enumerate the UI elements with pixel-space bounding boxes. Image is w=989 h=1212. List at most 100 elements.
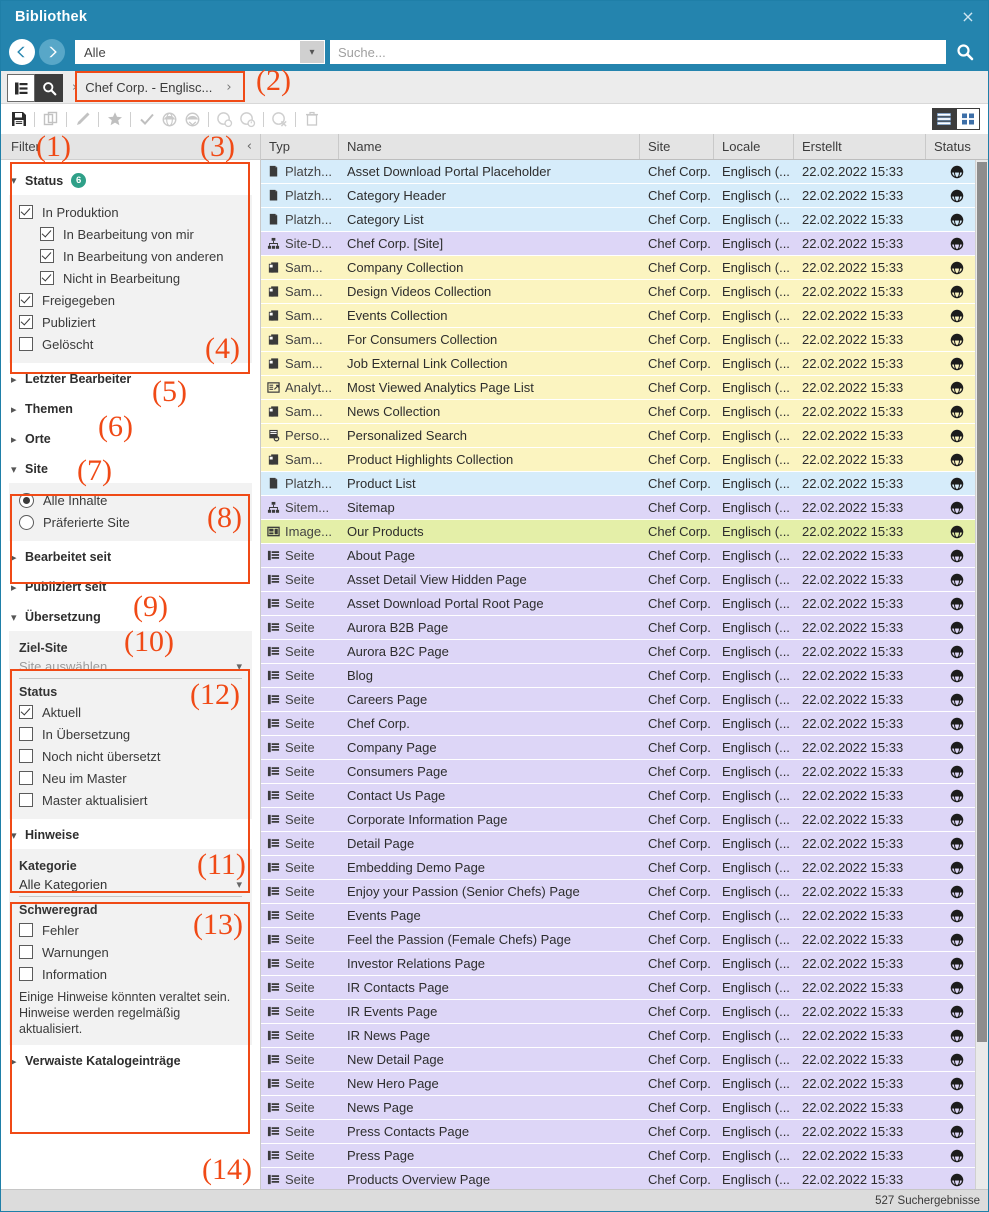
table-row[interactable]: SeiteEvents PageChef Corp.Englisch (...2…: [261, 904, 988, 928]
checkbox-icon[interactable]: [19, 923, 33, 937]
table-row[interactable]: SeiteIR Events PageChef Corp.Englisch (.…: [261, 1000, 988, 1024]
table-row[interactable]: SeiteNew Detail PageChef Corp.Englisch (…: [261, 1048, 988, 1072]
checkbox-geloescht[interactable]: Gelöscht: [19, 333, 242, 355]
search-field[interactable]: [330, 40, 946, 64]
checkbox-nicht-in-bearbeitung[interactable]: Nicht in Bearbeitung: [19, 267, 242, 289]
table-row[interactable]: SeiteChef Corp.Chef Corp.Englisch (...22…: [261, 712, 988, 736]
column-header-site[interactable]: Site: [640, 134, 714, 159]
table-row[interactable]: SeiteEnjoy your Passion (Senior Chefs) P…: [261, 880, 988, 904]
search-view-button[interactable]: [35, 74, 63, 102]
table-row[interactable]: Perso...Personalized SearchChef Corp.Eng…: [261, 424, 988, 448]
table-row[interactable]: Sam...Events CollectionChef Corp.Englisc…: [261, 304, 988, 328]
ziel-site-select[interactable]: Site auswählen ▾: [19, 657, 242, 679]
content-type-select[interactable]: Alle ▾: [75, 40, 325, 64]
checkbox-master-aktualisiert[interactable]: Master aktualisiert: [19, 789, 242, 811]
checkbox-publiziert[interactable]: Publiziert: [19, 311, 242, 333]
table-row[interactable]: SeiteFeel the Passion (Female Chefs) Pag…: [261, 928, 988, 952]
table-row[interactable]: SeiteAurora B2C PageChef Corp.Englisch (…: [261, 640, 988, 664]
filter-group-themen-header[interactable]: ▸ Themen: [9, 395, 252, 423]
checkbox-in-uebersetzung[interactable]: In Übersetzung: [19, 723, 242, 745]
table-row[interactable]: SeiteDetail PageChef Corp.Englisch (...2…: [261, 832, 988, 856]
table-row[interactable]: SeiteAsset Download Portal Root PageChef…: [261, 592, 988, 616]
forward-button[interactable]: [39, 39, 65, 65]
delete-trash-icon[interactable]: [300, 108, 323, 130]
column-header-typ[interactable]: Typ: [261, 134, 339, 159]
checkbox-icon[interactable]: [19, 749, 33, 763]
breadcrumb-caret-icon[interactable]: ›: [226, 80, 231, 95]
table-row[interactable]: SeitePress PageChef Corp.Englisch (...22…: [261, 1144, 988, 1168]
checkout-icon[interactable]: [213, 108, 236, 130]
search-input[interactable]: [330, 39, 946, 65]
table-row[interactable]: Site-D...Chef Corp. [Site]Chef Corp.Engl…: [261, 232, 988, 256]
radio-icon[interactable]: [19, 493, 34, 508]
checkbox-icon[interactable]: [19, 727, 33, 741]
checkbox-noch-nicht-uebersetzt[interactable]: Noch nicht übersetzt: [19, 745, 242, 767]
checkbox-icon[interactable]: [19, 793, 33, 807]
radio-alle-inhalte[interactable]: Alle Inhalte: [19, 489, 242, 511]
radio-icon[interactable]: [19, 515, 34, 530]
filter-group-hinweise-header[interactable]: ▾ Hinweise: [9, 821, 252, 849]
grid-view-button[interactable]: [956, 108, 980, 130]
close-icon[interactable]: ×: [958, 7, 978, 27]
cancel-checkout-icon[interactable]: [268, 108, 291, 130]
filter-group-uebersetzung-header[interactable]: ▾ Übersetzung: [9, 603, 252, 631]
checkbox-icon[interactable]: [40, 227, 54, 241]
checkbox-fehler[interactable]: Fehler: [19, 919, 242, 941]
filter-group-orte-header[interactable]: ▸ Orte: [9, 425, 252, 453]
filter-group-verwaiste-header[interactable]: ▸ Verwaiste Katalogeinträge: [9, 1047, 252, 1075]
list-view-button[interactable]: [932, 108, 956, 130]
table-row[interactable]: SeiteAbout PageChef Corp.Englisch (...22…: [261, 544, 988, 568]
checkbox-in-produktion[interactable]: In Produktion: [19, 201, 242, 223]
checkbox-icon[interactable]: [19, 337, 33, 351]
radio-praeferierte-site[interactable]: Präferierte Site: [19, 511, 242, 533]
column-header-name[interactable]: Name: [339, 134, 640, 159]
table-row[interactable]: Sam...Product Highlights CollectionChef …: [261, 448, 988, 472]
tree-view-button[interactable]: [7, 74, 35, 102]
table-row[interactable]: Sam...Design Videos CollectionChef Corp.…: [261, 280, 988, 304]
checkbox-warnungen[interactable]: Warnungen: [19, 941, 242, 963]
table-row[interactable]: Platzh...Category ListChef Corp.Englisch…: [261, 208, 988, 232]
chevron-down-icon[interactable]: ▾: [236, 660, 242, 673]
table-row[interactable]: Sam...Company CollectionChef Corp.Englis…: [261, 256, 988, 280]
filter-group-bearbeitet-seit-header[interactable]: ▸ Bearbeitet seit: [9, 543, 252, 571]
table-row[interactable]: SeiteInvestor Relations PageChef Corp.En…: [261, 952, 988, 976]
unpublish-icon[interactable]: [181, 108, 204, 130]
table-row[interactable]: SeiteNew Hero PageChef Corp.Englisch (..…: [261, 1072, 988, 1096]
approve-check-icon[interactable]: [135, 108, 158, 130]
table-row[interactable]: Platzh...Product ListChef Corp.Englisch …: [261, 472, 988, 496]
filter-group-letzter-bearbeiter-header[interactable]: ▸ Letzter Bearbeiter: [9, 365, 252, 393]
checkbox-neu-im-master[interactable]: Neu im Master: [19, 767, 242, 789]
vertical-scrollbar[interactable]: [975, 160, 988, 1189]
publish-icon[interactable]: [158, 108, 181, 130]
duplicate-icon[interactable]: [39, 108, 62, 130]
checkbox-icon[interactable]: [19, 293, 33, 307]
table-row[interactable]: SeiteNews PageChef Corp.Englisch (...22.…: [261, 1096, 988, 1120]
checkbox-icon[interactable]: [19, 205, 33, 219]
chevron-left-icon[interactable]: ‹: [247, 139, 252, 154]
table-row[interactable]: SeiteContact Us PageChef Corp.Englisch (…: [261, 784, 988, 808]
checkbox-in-bearbeitung-von-mir[interactable]: In Bearbeitung von mir: [19, 223, 242, 245]
table-row[interactable]: SeiteCorporate Information PageChef Corp…: [261, 808, 988, 832]
table-row[interactable]: SeiteBlogChef Corp.Englisch (...22.02.20…: [261, 664, 988, 688]
table-row[interactable]: SeiteCompany PageChef Corp.Englisch (...…: [261, 736, 988, 760]
favorite-star-icon[interactable]: [103, 108, 126, 130]
search-submit-button[interactable]: [952, 39, 978, 65]
table-row[interactable]: SeiteIR Contacts PageChef Corp.Englisch …: [261, 976, 988, 1000]
checkbox-icon[interactable]: [19, 705, 33, 719]
table-row[interactable]: Image...Our ProductsChef Corp.Englisch (…: [261, 520, 988, 544]
table-row[interactable]: Sam...Job External Link CollectionChef C…: [261, 352, 988, 376]
checkbox-icon[interactable]: [40, 271, 54, 285]
save-icon[interactable]: [7, 108, 30, 130]
column-header-status[interactable]: Status: [926, 134, 988, 159]
filter-group-site-header[interactable]: ▾ Site: [9, 455, 252, 483]
column-header-locale[interactable]: Locale: [714, 134, 794, 159]
table-row[interactable]: SeiteCareers PageChef Corp.Englisch (...…: [261, 688, 988, 712]
checkbox-aktuell[interactable]: Aktuell: [19, 701, 242, 723]
table-row[interactable]: SeiteAsset Detail View Hidden PageChef C…: [261, 568, 988, 592]
table-row[interactable]: SeiteIR News PageChef Corp.Englisch (...…: [261, 1024, 988, 1048]
table-row[interactable]: Sam...For Consumers CollectionChef Corp.…: [261, 328, 988, 352]
checkbox-icon[interactable]: [19, 771, 33, 785]
table-row[interactable]: Platzh...Category HeaderChef Corp.Englis…: [261, 184, 988, 208]
checkbox-icon[interactable]: [19, 967, 33, 981]
filter-group-publiziert-seit-header[interactable]: ▸ Publiziert seit: [9, 573, 252, 601]
